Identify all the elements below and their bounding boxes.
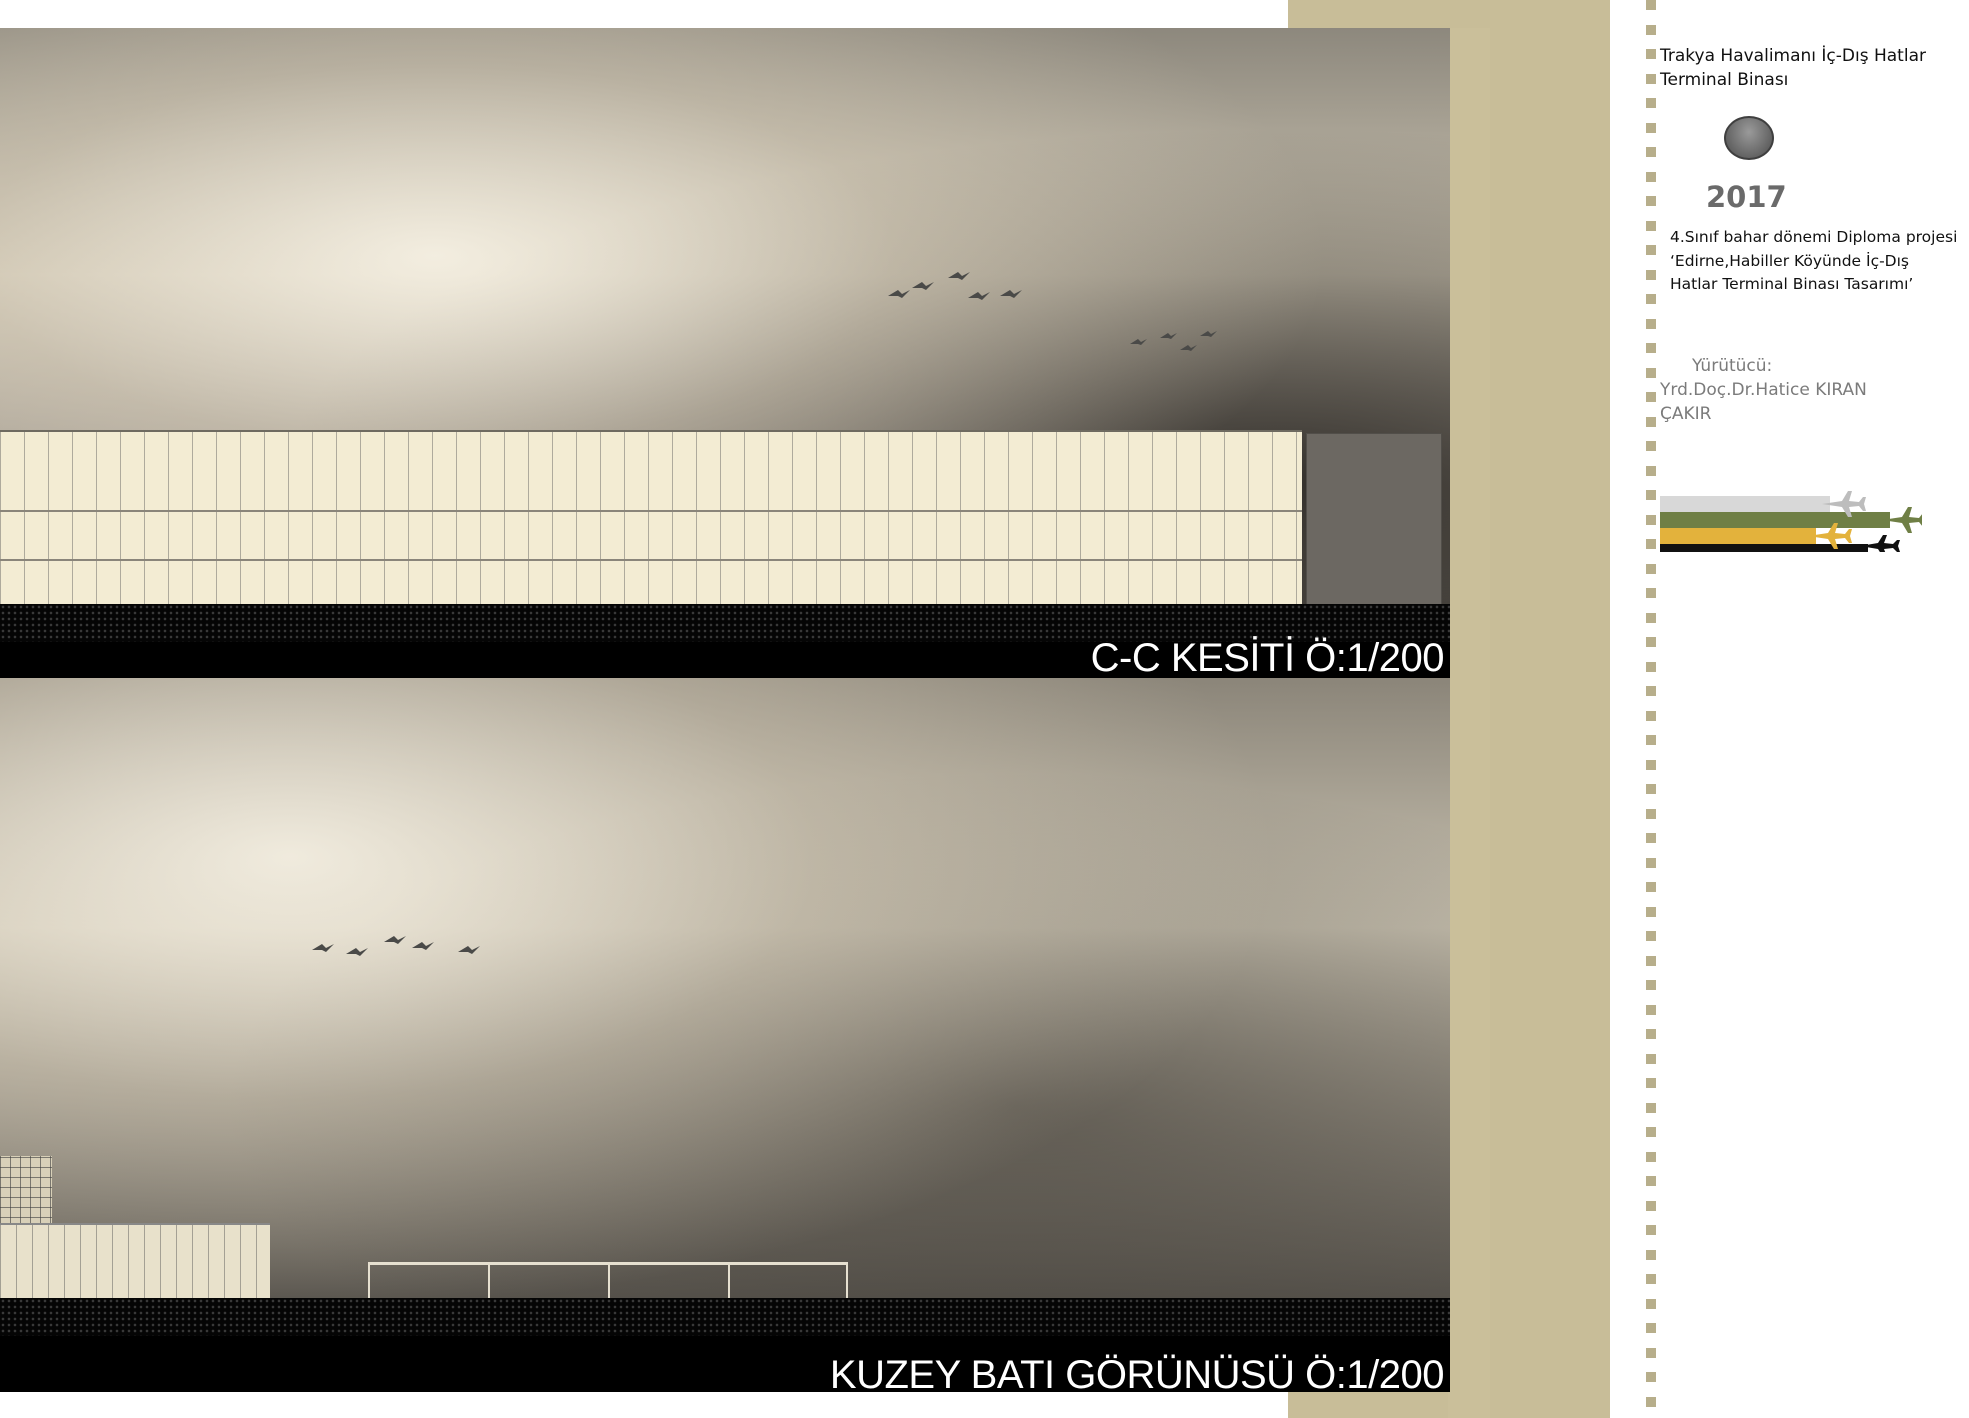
marker-square (1646, 294, 1656, 304)
marker-square (1646, 123, 1656, 133)
marker-square (1646, 931, 1656, 941)
marker-column (1646, 0, 1658, 1418)
marker-square (1646, 98, 1656, 108)
marker-square (1646, 466, 1656, 476)
year-label: 2017 (1706, 180, 1787, 214)
marker-square (1646, 368, 1656, 378)
marker-square (1646, 417, 1656, 427)
project-title: Trakya Havalimanı İç-Dış Hatlar Terminal… (1660, 46, 1926, 90)
section-caption: C-C KESİTİ Ö:1/200 (1090, 636, 1445, 678)
marker-square (1646, 515, 1656, 525)
marker-square (1646, 1152, 1656, 1162)
marker-square (1646, 539, 1656, 549)
adjacent-block (1306, 433, 1442, 606)
marker-square (1646, 1078, 1656, 1088)
marker-square (1646, 1201, 1656, 1211)
marker-square (1646, 613, 1656, 623)
marker-square (1646, 956, 1656, 966)
marker-square (1646, 1372, 1656, 1382)
marker-square (1646, 196, 1656, 206)
elevation-drawing-panel: KUZEY BATI GÖRÜNÜSÜ Ö:1/200 (0, 678, 1450, 1392)
marker-square (1646, 0, 1656, 10)
canopy-structure (368, 1262, 848, 1301)
marker-square (1646, 735, 1656, 745)
marker-square (1646, 270, 1656, 280)
marker-square (1646, 319, 1656, 329)
marker-square (1646, 662, 1656, 672)
marker-square (1646, 49, 1656, 59)
marker-square (1646, 1250, 1656, 1260)
logo-oval-icon (1724, 116, 1774, 160)
marker-square (1646, 588, 1656, 598)
marker-square (1646, 1127, 1656, 1137)
terminal-section-building (0, 430, 1302, 606)
advisor-label: Yürütücü: (1692, 356, 1773, 376)
section-drawing-panel: C-C KESİTİ Ö:1/200 (0, 28, 1450, 678)
marker-square (1646, 1274, 1656, 1284)
marker-square (1646, 343, 1656, 353)
marker-square (1646, 1225, 1656, 1235)
marker-square (1646, 980, 1656, 990)
marker-square (1646, 1005, 1656, 1015)
marker-square (1646, 833, 1656, 843)
floor-slab-upper (0, 510, 1302, 512)
elevation-caption: KUZEY BATI GÖRÜNÜSÜ Ö:1/200 (829, 1353, 1445, 1392)
marker-square (1646, 221, 1656, 231)
marker-square (1646, 1348, 1656, 1358)
advisor-name: Yrd.Doç.Dr.Hatice KIRAN ÇAKIR (1660, 380, 1867, 424)
marker-square (1646, 1103, 1656, 1113)
marker-square (1646, 1299, 1656, 1309)
marker-square (1646, 392, 1656, 402)
marker-square (1646, 1397, 1656, 1407)
marker-square (1646, 686, 1656, 696)
floor-slab-lower (0, 559, 1302, 561)
beige-inset (1448, 28, 1490, 1418)
marker-square (1646, 1176, 1656, 1186)
airplane-bands-icon (1660, 448, 1922, 552)
marker-square (1646, 441, 1656, 451)
marker-square (1646, 147, 1656, 157)
marker-square (1646, 1323, 1656, 1333)
marker-square (1646, 858, 1656, 868)
marker-square (1646, 25, 1656, 35)
title-block: Trakya Havalimanı İç-Dış Hatlar Terminal… (1660, 44, 1960, 552)
ground-strip (0, 1298, 1450, 1336)
marker-square (1646, 882, 1656, 892)
marker-square (1646, 711, 1656, 721)
marker-square (1646, 1029, 1656, 1039)
marker-square (1646, 907, 1656, 917)
marker-square (1646, 245, 1656, 255)
marker-square (1646, 564, 1656, 574)
marker-square (1646, 809, 1656, 819)
marker-square (1646, 760, 1656, 770)
marker-square (1646, 74, 1656, 84)
marker-square (1646, 784, 1656, 794)
project-description: 4.Sınıf bahar dönemi Diploma projesi ‘Ed… (1670, 228, 1958, 293)
marker-square (1646, 172, 1656, 182)
marker-square (1646, 637, 1656, 647)
marker-square (1646, 490, 1656, 500)
marker-square (1646, 1054, 1656, 1064)
terminal-elevation-building (0, 1223, 270, 1300)
